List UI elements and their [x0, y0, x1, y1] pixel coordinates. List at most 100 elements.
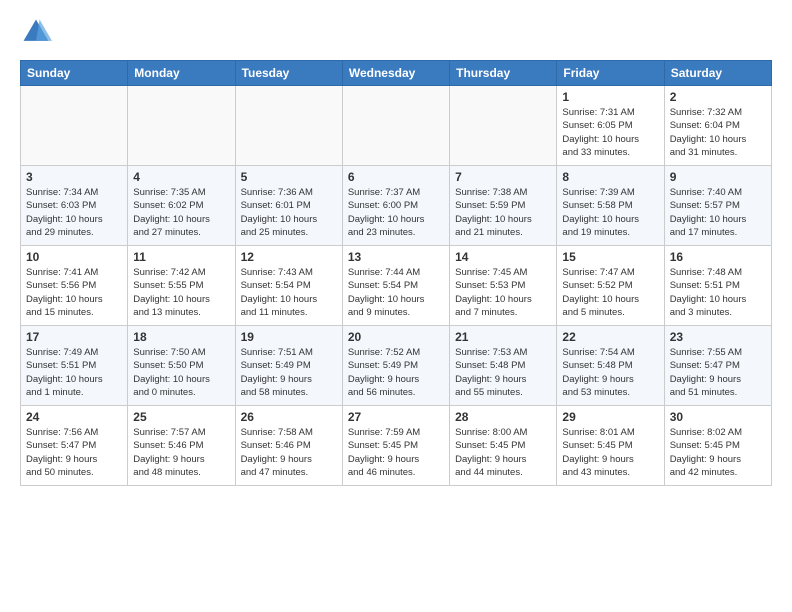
- day-number: 29: [562, 410, 658, 424]
- calendar-cell: 27 Sunrise: 7:59 AM Sunset: 5:45 PM Dayli…: [342, 406, 449, 486]
- calendar-cell: 19 Sunrise: 7:51 AM Sunset: 5:49 PM Dayli…: [235, 326, 342, 406]
- day-info: Sunrise: 7:36 AM Sunset: 6:01 PM Dayligh…: [241, 186, 337, 239]
- weekday-header: Sunday: [21, 61, 128, 86]
- calendar-cell: 15 Sunrise: 7:47 AM Sunset: 5:52 PM Dayli…: [557, 246, 664, 326]
- calendar-cell: 18 Sunrise: 7:50 AM Sunset: 5:50 PM Dayli…: [128, 326, 235, 406]
- calendar-cell: 28 Sunrise: 8:00 AM Sunset: 5:45 PM Dayli…: [450, 406, 557, 486]
- calendar-cell: 13 Sunrise: 7:44 AM Sunset: 5:54 PM Dayli…: [342, 246, 449, 326]
- day-info: Sunrise: 7:40 AM Sunset: 5:57 PM Dayligh…: [670, 186, 766, 239]
- calendar-cell: [342, 86, 449, 166]
- weekday-header: Wednesday: [342, 61, 449, 86]
- weekday-header: Tuesday: [235, 61, 342, 86]
- weekday-header: Thursday: [450, 61, 557, 86]
- calendar-week-row: 24 Sunrise: 7:56 AM Sunset: 5:47 PM Dayli…: [21, 406, 772, 486]
- day-number: 28: [455, 410, 551, 424]
- day-info: Sunrise: 7:42 AM Sunset: 5:55 PM Dayligh…: [133, 266, 229, 319]
- day-info: Sunrise: 7:54 AM Sunset: 5:48 PM Dayligh…: [562, 346, 658, 399]
- day-number: 27: [348, 410, 444, 424]
- day-number: 25: [133, 410, 229, 424]
- calendar-week-row: 3Sunrise: 7:34 AM Sunset: 6:03 PM Daylig…: [21, 166, 772, 246]
- day-info: Sunrise: 7:35 AM Sunset: 6:02 PM Dayligh…: [133, 186, 229, 239]
- weekday-header: Saturday: [664, 61, 771, 86]
- calendar-cell: 29 Sunrise: 8:01 AM Sunset: 5:45 PM Dayli…: [557, 406, 664, 486]
- day-number: 1: [562, 90, 658, 104]
- day-number: 16: [670, 250, 766, 264]
- day-info: Sunrise: 7:51 AM Sunset: 5:49 PM Dayligh…: [241, 346, 337, 399]
- calendar-cell: [21, 86, 128, 166]
- calendar-cell: 11 Sunrise: 7:42 AM Sunset: 5:55 PM Dayli…: [128, 246, 235, 326]
- weekday-header: Monday: [128, 61, 235, 86]
- day-info: Sunrise: 7:45 AM Sunset: 5:53 PM Dayligh…: [455, 266, 551, 319]
- calendar-cell: 12 Sunrise: 7:43 AM Sunset: 5:54 PM Dayli…: [235, 246, 342, 326]
- calendar-cell: [450, 86, 557, 166]
- day-info: Sunrise: 7:52 AM Sunset: 5:49 PM Dayligh…: [348, 346, 444, 399]
- day-info: Sunrise: 7:47 AM Sunset: 5:52 PM Dayligh…: [562, 266, 658, 319]
- day-info: Sunrise: 7:31 AM Sunset: 6:05 PM Dayligh…: [562, 106, 658, 159]
- day-number: 20: [348, 330, 444, 344]
- calendar-header: SundayMondayTuesdayWednesdayThursdayFrid…: [21, 61, 772, 86]
- calendar-cell: 30Sunrise: 8:02 AM Sunset: 5:45 PM Dayli…: [664, 406, 771, 486]
- calendar-week-row: 17Sunrise: 7:49 AM Sunset: 5:51 PM Dayli…: [21, 326, 772, 406]
- day-info: Sunrise: 7:59 AM Sunset: 5:45 PM Dayligh…: [348, 426, 444, 479]
- day-number: 9: [670, 170, 766, 184]
- day-number: 17: [26, 330, 122, 344]
- calendar-cell: 5 Sunrise: 7:36 AM Sunset: 6:01 PM Daylig…: [235, 166, 342, 246]
- day-number: 13: [348, 250, 444, 264]
- calendar-cell: 26 Sunrise: 7:58 AM Sunset: 5:46 PM Dayli…: [235, 406, 342, 486]
- weekday-header: Friday: [557, 61, 664, 86]
- calendar-cell: 25 Sunrise: 7:57 AM Sunset: 5:46 PM Dayli…: [128, 406, 235, 486]
- day-number: 10: [26, 250, 122, 264]
- calendar-cell: 17Sunrise: 7:49 AM Sunset: 5:51 PM Dayli…: [21, 326, 128, 406]
- calendar-cell: 2Sunrise: 7:32 AM Sunset: 6:04 PM Daylig…: [664, 86, 771, 166]
- day-info: Sunrise: 7:41 AM Sunset: 5:56 PM Dayligh…: [26, 266, 122, 319]
- calendar-week-row: 1 Sunrise: 7:31 AM Sunset: 6:05 PM Daylig…: [21, 86, 772, 166]
- day-info: Sunrise: 8:01 AM Sunset: 5:45 PM Dayligh…: [562, 426, 658, 479]
- calendar-cell: [235, 86, 342, 166]
- calendar-cell: 3Sunrise: 7:34 AM Sunset: 6:03 PM Daylig…: [21, 166, 128, 246]
- day-info: Sunrise: 7:44 AM Sunset: 5:54 PM Dayligh…: [348, 266, 444, 319]
- day-number: 21: [455, 330, 551, 344]
- calendar-cell: 23 Sunrise: 7:55 AM Sunset: 5:47 PM Dayli…: [664, 326, 771, 406]
- day-number: 11: [133, 250, 229, 264]
- day-info: Sunrise: 7:38 AM Sunset: 5:59 PM Dayligh…: [455, 186, 551, 239]
- day-number: 24: [26, 410, 122, 424]
- day-info: Sunrise: 7:55 AM Sunset: 5:47 PM Dayligh…: [670, 346, 766, 399]
- day-info: Sunrise: 7:58 AM Sunset: 5:46 PM Dayligh…: [241, 426, 337, 479]
- day-info: Sunrise: 7:50 AM Sunset: 5:50 PM Dayligh…: [133, 346, 229, 399]
- weekday-row: SundayMondayTuesdayWednesdayThursdayFrid…: [21, 61, 772, 86]
- day-info: Sunrise: 7:56 AM Sunset: 5:47 PM Dayligh…: [26, 426, 122, 479]
- calendar-cell: 10 Sunrise: 7:41 AM Sunset: 5:56 PM Dayli…: [21, 246, 128, 326]
- day-number: 19: [241, 330, 337, 344]
- day-number: 4: [133, 170, 229, 184]
- calendar-cell: 1 Sunrise: 7:31 AM Sunset: 6:05 PM Daylig…: [557, 86, 664, 166]
- day-info: Sunrise: 7:34 AM Sunset: 6:03 PM Dayligh…: [26, 186, 122, 239]
- calendar-cell: 6Sunrise: 7:37 AM Sunset: 6:00 PM Daylig…: [342, 166, 449, 246]
- calendar-cell: 20 Sunrise: 7:52 AM Sunset: 5:49 PM Dayli…: [342, 326, 449, 406]
- header: [20, 16, 772, 48]
- day-number: 15: [562, 250, 658, 264]
- calendar-cell: 22Sunrise: 7:54 AM Sunset: 5:48 PM Dayli…: [557, 326, 664, 406]
- calendar-table: SundayMondayTuesdayWednesdayThursdayFrid…: [20, 60, 772, 486]
- day-number: 2: [670, 90, 766, 104]
- day-info: Sunrise: 7:37 AM Sunset: 6:00 PM Dayligh…: [348, 186, 444, 239]
- day-number: 23: [670, 330, 766, 344]
- day-number: 12: [241, 250, 337, 264]
- calendar-cell: 16 Sunrise: 7:48 AM Sunset: 5:51 PM Dayli…: [664, 246, 771, 326]
- calendar-cell: 7Sunrise: 7:38 AM Sunset: 5:59 PM Daylig…: [450, 166, 557, 246]
- day-info: Sunrise: 7:53 AM Sunset: 5:48 PM Dayligh…: [455, 346, 551, 399]
- day-info: Sunrise: 8:00 AM Sunset: 5:45 PM Dayligh…: [455, 426, 551, 479]
- calendar-cell: 21 Sunrise: 7:53 AM Sunset: 5:48 PM Dayli…: [450, 326, 557, 406]
- day-number: 30: [670, 410, 766, 424]
- calendar-cell: 8Sunrise: 7:39 AM Sunset: 5:58 PM Daylig…: [557, 166, 664, 246]
- calendar-body: 1 Sunrise: 7:31 AM Sunset: 6:05 PM Daylig…: [21, 86, 772, 486]
- day-number: 18: [133, 330, 229, 344]
- calendar-cell: 14Sunrise: 7:45 AM Sunset: 5:53 PM Dayli…: [450, 246, 557, 326]
- day-info: Sunrise: 7:57 AM Sunset: 5:46 PM Dayligh…: [133, 426, 229, 479]
- calendar-cell: 4 Sunrise: 7:35 AM Sunset: 6:02 PM Daylig…: [128, 166, 235, 246]
- day-info: Sunrise: 7:43 AM Sunset: 5:54 PM Dayligh…: [241, 266, 337, 319]
- day-number: 5: [241, 170, 337, 184]
- calendar-cell: [128, 86, 235, 166]
- calendar-cell: 24 Sunrise: 7:56 AM Sunset: 5:47 PM Dayli…: [21, 406, 128, 486]
- day-number: 26: [241, 410, 337, 424]
- day-info: Sunrise: 7:48 AM Sunset: 5:51 PM Dayligh…: [670, 266, 766, 319]
